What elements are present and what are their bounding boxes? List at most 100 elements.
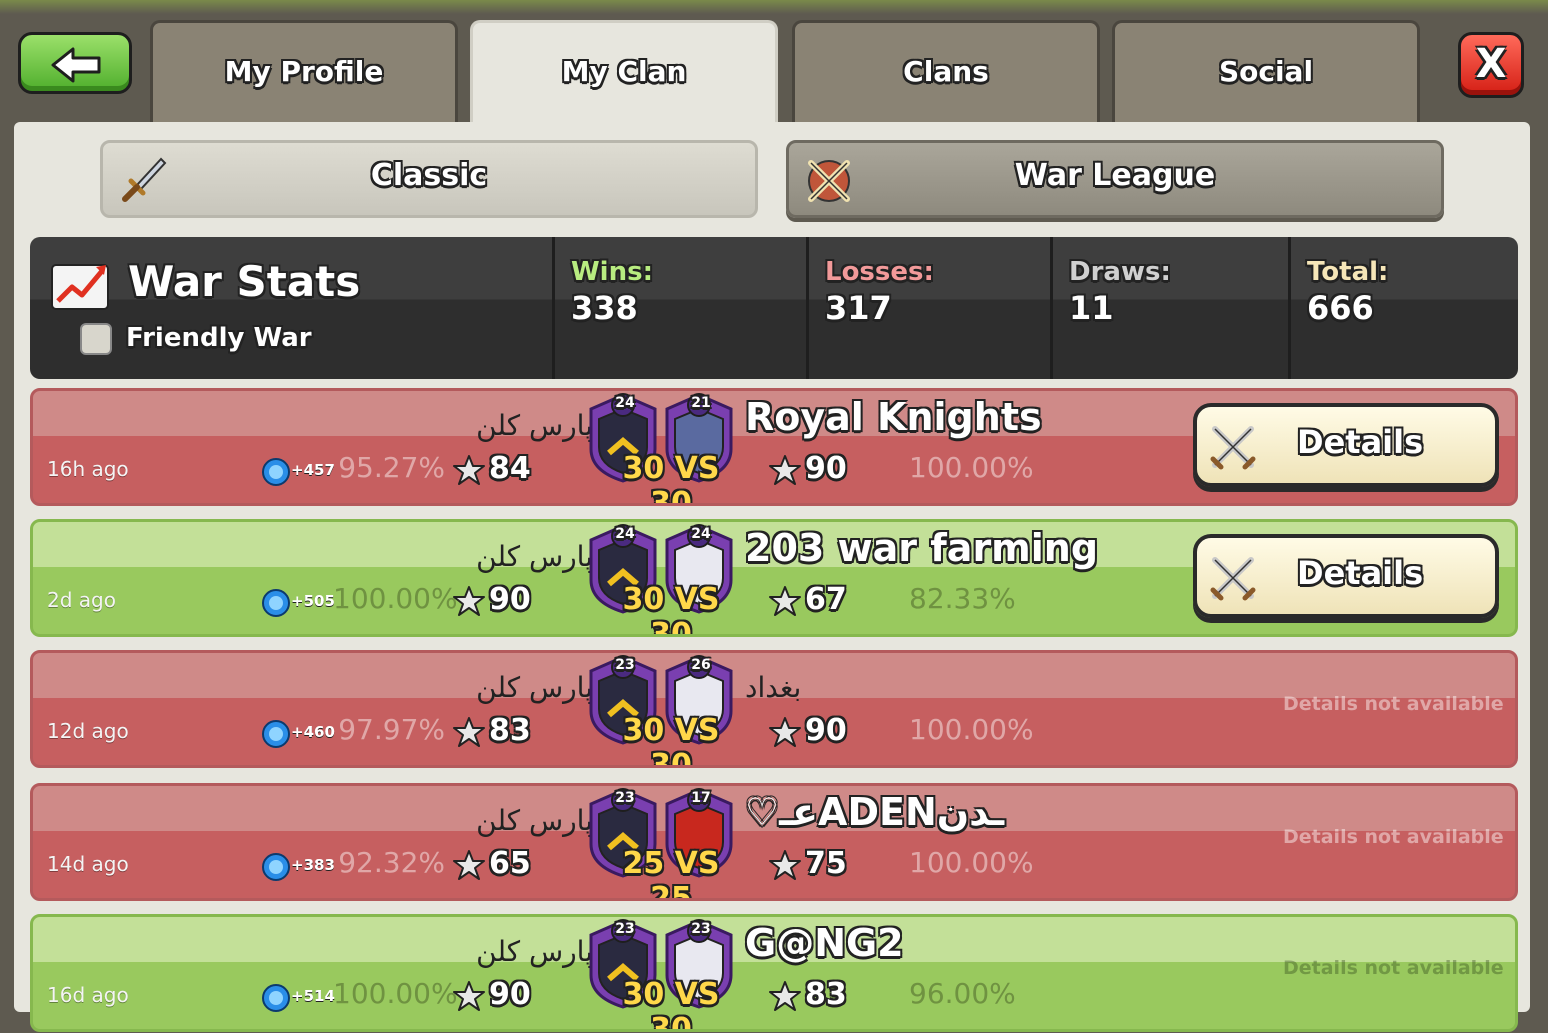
star-icon (769, 586, 801, 620)
clan-xp-icon (261, 719, 291, 753)
clan-xp-icon (261, 983, 291, 1017)
clan-xp-gained: +383 (291, 856, 335, 874)
star-icon (769, 981, 801, 1015)
opponent-stars: 67 (805, 582, 847, 617)
losses-value: 317 (825, 289, 892, 327)
my-destruction-percent: 100.00% (333, 977, 458, 1010)
back-arrow-icon (51, 47, 101, 83)
my-clan-level: 23 (615, 790, 635, 806)
close-icon: X (1475, 41, 1507, 87)
my-clan-name: پارس کلن (476, 409, 593, 442)
classic-war-label: Classic (370, 158, 488, 193)
my-destruction-percent: 100.00% (333, 582, 458, 615)
opponent-stars: 75 (805, 846, 847, 881)
my-clan-level: 24 (615, 526, 635, 542)
friendly-war-checkbox[interactable] (80, 323, 112, 355)
war-time-ago: 14d ago (47, 852, 129, 876)
my-clan-level: 23 (615, 921, 635, 937)
draws-value: 11 (1069, 289, 1114, 327)
total-label: Total: (1307, 257, 1389, 287)
my-stars: 65 (489, 846, 531, 881)
my-destruction-percent: 92.32% (338, 846, 445, 879)
my-clan-name: پارس کلن (476, 540, 593, 573)
losses-label: Losses: (825, 257, 934, 287)
clan-xp-icon (261, 588, 291, 622)
wins-stat: Wins: 338 (552, 237, 805, 379)
war-stats-title: War Stats (128, 257, 361, 306)
crossed-swords-icon (1210, 426, 1256, 470)
opponent-destruction-percent: 100.00% (909, 713, 1034, 746)
star-icon (453, 586, 485, 620)
my-clan-name: پارس کلن (476, 671, 593, 704)
tab-my-profile[interactable]: My Profile (150, 20, 458, 124)
star-icon (453, 717, 485, 751)
tab-label: Social (1218, 55, 1314, 88)
tab-social[interactable]: Social (1112, 20, 1420, 124)
opponent-clan-name: 203 war farming (745, 526, 1099, 570)
war-league-tab[interactable]: War League (786, 140, 1444, 218)
war-league-label: War League (1014, 158, 1216, 193)
tab-clans[interactable]: Clans (792, 20, 1100, 124)
opponent-clan-level: 21 (691, 395, 711, 411)
my-clan-name: پارس کلن (476, 935, 593, 968)
tab-label: Clans (903, 55, 989, 88)
stats-chart-icon (51, 264, 109, 310)
opponent-destruction-percent: 100.00% (909, 451, 1034, 484)
opponent-clan-level: 24 (691, 526, 711, 542)
my-stars: 90 (489, 582, 531, 617)
clan-xp-icon (261, 457, 291, 491)
clan-xp-gained: +457 (291, 461, 335, 479)
my-clan-level: 24 (615, 395, 635, 411)
clan-xp-icon (261, 852, 291, 886)
background-strip (0, 0, 1548, 14)
tab-label: My Clan (561, 55, 687, 88)
tab-my-clan[interactable]: My Clan (470, 20, 778, 124)
draws-label: Draws: (1069, 257, 1171, 287)
star-icon (769, 850, 801, 884)
opponent-stars: 90 (805, 713, 847, 748)
war-row: 14d ago +383 92.32% 65 پارس کلن 23 17 25 VS 25 ♡… (30, 783, 1518, 901)
opponent-clan-name: بغداد (745, 671, 802, 704)
star-icon (769, 455, 801, 489)
opponent-clan-name: Royal Knights (745, 395, 1042, 439)
my-stars: 84 (489, 451, 531, 486)
opponent-clan-name: G@NG2 (745, 921, 904, 965)
opponent-stars: 90 (805, 451, 847, 486)
opponent-clan-level: 26 (691, 657, 711, 673)
war-size: 25 VS 25 (622, 846, 720, 901)
classic-war-tab[interactable]: Classic (100, 140, 758, 218)
war-row: 16h ago +457 95.27% 84 پارس کلن 24 21 30 VS 30 R… (30, 388, 1518, 506)
details-not-available: Details not available (1283, 957, 1504, 979)
opponent-clan-name: ♡عـ‏ADEN‏ـدن (745, 790, 1005, 834)
wins-value: 338 (571, 289, 638, 327)
clan-xp-gained: +460 (291, 723, 335, 741)
my-destruction-percent: 95.27% (338, 451, 445, 484)
total-value: 666 (1307, 289, 1374, 327)
details-label: Details (1297, 423, 1424, 461)
war-stats-panel: War Stats Friendly War Wins: 338 Losses:… (30, 237, 1518, 379)
star-icon (769, 717, 801, 751)
tab-label: My Profile (224, 55, 384, 88)
opponent-stars: 83 (805, 977, 847, 1012)
back-button[interactable] (18, 32, 132, 94)
clan-xp-gained: +514 (291, 987, 335, 1005)
war-row: 16d ago +514 100.00% 90 پارس کلن 23 23 30 VS 30… (30, 914, 1518, 1032)
my-clan-level: 23 (615, 657, 635, 673)
war-row: 2d ago +505 100.00% 90 پارس کلن 24 24 30 VS 30 2… (30, 519, 1518, 637)
star-icon (453, 455, 485, 489)
war-row: 12d ago +460 97.97% 83 پارس کلن 23 26 30 VS 30 ب… (30, 650, 1518, 768)
my-stars: 90 (489, 977, 531, 1012)
details-button[interactable]: Details (1193, 403, 1499, 487)
opponent-clan-level: 17 (691, 790, 711, 806)
details-button[interactable]: Details (1193, 534, 1499, 618)
star-icon (453, 981, 485, 1015)
my-clan-name: پارس کلن (476, 804, 593, 837)
war-size: 30 VS 30 (622, 582, 720, 637)
war-time-ago: 2d ago (47, 588, 116, 612)
close-button[interactable]: X (1458, 32, 1524, 98)
friendly-war-label: Friendly War (126, 323, 312, 353)
opponent-destruction-percent: 100.00% (909, 846, 1034, 879)
my-stars: 83 (489, 713, 531, 748)
clan-xp-gained: +505 (291, 592, 335, 610)
details-not-available: Details not available (1283, 693, 1504, 715)
